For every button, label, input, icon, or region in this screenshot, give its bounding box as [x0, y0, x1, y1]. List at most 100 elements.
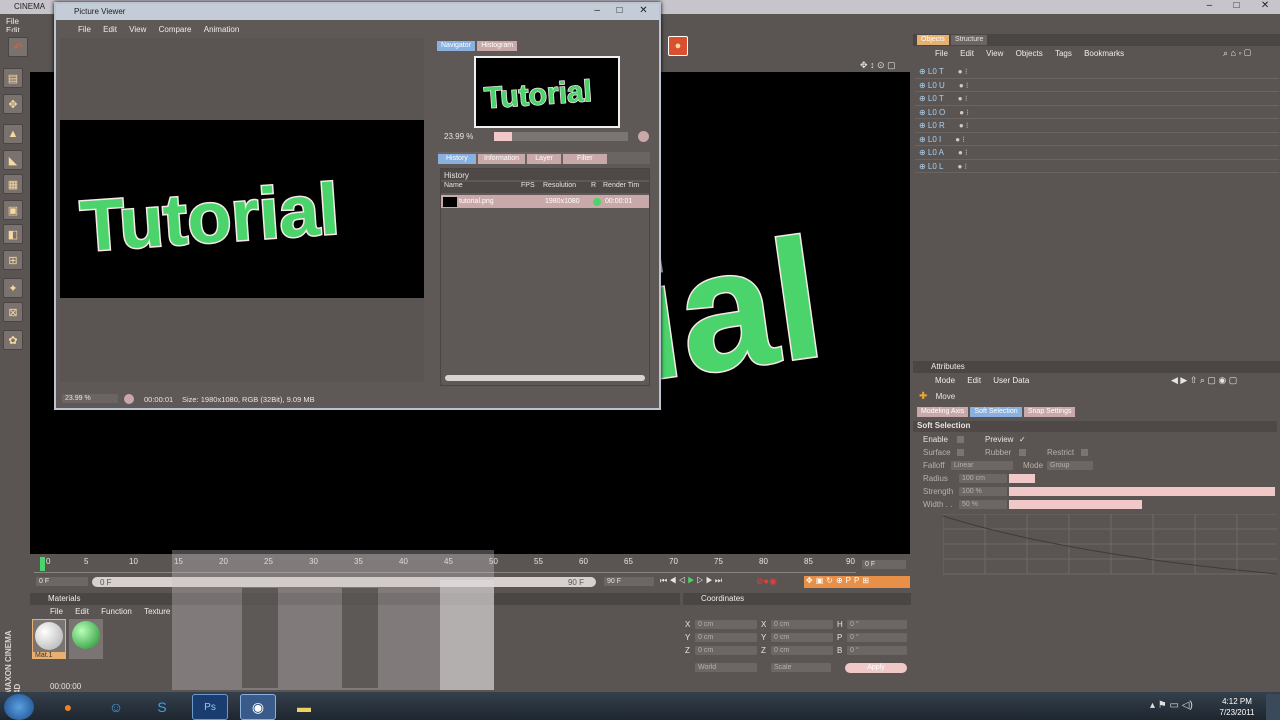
attr-menu-user-data[interactable]: User Data [993, 376, 1029, 385]
preview-checkbox[interactable]: ✓ [1019, 435, 1026, 444]
visibility-dots[interactable]: ● ⁝ [959, 81, 969, 90]
render-view-icon[interactable]: ▤ [3, 68, 23, 88]
falloff-graph[interactable] [943, 514, 1277, 576]
tab-modeling-axis[interactable]: Modeling Axis [917, 407, 969, 417]
surface-checkbox[interactable] [957, 449, 964, 456]
maximize-button[interactable]: □ [1234, 0, 1240, 14]
pv-minimize-button[interactable]: – [594, 5, 600, 16]
material-swatch-2[interactable] [69, 619, 103, 659]
obj-menu-view[interactable]: View [986, 49, 1003, 58]
pv-navigator-thumb[interactable]: Tutorial [474, 56, 620, 128]
restrict-checkbox[interactable] [1081, 449, 1088, 456]
size-y-field[interactable]: 0 cm [771, 633, 833, 642]
playhead[interactable] [40, 557, 45, 571]
radius-field[interactable]: 100 cm [959, 474, 1007, 483]
end-frame-field[interactable]: 90 F [604, 577, 654, 586]
col-resolution[interactable]: Resolution [543, 182, 591, 193]
attr-menu-mode[interactable]: Mode [935, 376, 955, 385]
pv-menu-view[interactable]: View [129, 25, 146, 34]
firefox-icon[interactable]: ● [50, 694, 86, 720]
show-desktop-button[interactable] [1266, 694, 1280, 720]
tab-layer[interactable]: Layer [527, 154, 561, 164]
width-slider[interactable] [1009, 500, 1142, 509]
messenger-icon[interactable]: ☺ [98, 694, 134, 720]
strength-field[interactable]: 100 % [959, 487, 1007, 496]
list-item[interactable]: ⊕ L0 L ● ⁝ [915, 160, 1279, 173]
clock[interactable]: 4:12 PM 7/23/2011 [1212, 696, 1262, 718]
list-item[interactable]: ⊕ L0 O ● ⁝ [915, 106, 1279, 119]
cinema4d-icon[interactable]: ◉ [240, 694, 276, 720]
texture-mode-icon[interactable]: ◧ [3, 224, 23, 244]
minimize-button[interactable]: – [1207, 0, 1213, 14]
radius-slider[interactable] [1009, 474, 1035, 483]
col-render-time[interactable]: Render Tim [603, 182, 649, 193]
live-select-icon[interactable]: ✥ [3, 94, 23, 114]
col-fps[interactable]: FPS [521, 182, 543, 193]
sculpt-icon[interactable]: ✿ [3, 330, 23, 350]
material-swatch-1[interactable]: Mat.1 [32, 619, 66, 659]
tab-navigator[interactable]: Navigator [437, 41, 475, 51]
render-icon[interactable]: ● [668, 36, 688, 56]
pv-status-zoom-reset-icon[interactable] [124, 394, 134, 404]
objects-search-icons[interactable]: ⌕ ⌂ ◦ ▢ [1223, 48, 1251, 59]
obj-menu-file[interactable]: File [935, 49, 948, 58]
pv-close-button[interactable]: ✕ [639, 5, 647, 16]
undo-icon[interactable]: ↶ [8, 37, 28, 57]
rotation-h-field[interactable]: 0 ° [847, 620, 907, 629]
size-z-field[interactable]: 0 cm [771, 646, 833, 655]
tab-information[interactable]: Information [478, 154, 526, 164]
position-z-field[interactable]: 0 cm [695, 646, 757, 655]
visibility-dots[interactable]: ● ⁝ [958, 148, 968, 157]
rotation-b-field[interactable]: 0 ° [847, 646, 907, 655]
tab-objects[interactable]: Objects [917, 35, 949, 45]
visibility-dots[interactable]: ● ⁝ [955, 135, 965, 144]
pv-zoom-slider[interactable] [494, 132, 628, 141]
workplane-icon[interactable]: ⊞ [3, 250, 23, 270]
points-mode-icon[interactable]: ▲ [3, 124, 23, 144]
apply-button[interactable]: Apply [845, 663, 907, 673]
strength-slider[interactable] [1009, 487, 1275, 496]
rotation-p-field[interactable]: 0 ° [847, 633, 907, 642]
mat-menu-edit[interactable]: Edit [75, 607, 89, 616]
snap-icon[interactable]: ⊠ [3, 302, 23, 322]
list-item[interactable]: ⊕ L0 R ● ⁝ [915, 119, 1279, 133]
col-r[interactable]: R [591, 182, 603, 193]
close-button[interactable]: ✕ [1261, 0, 1269, 14]
world-select[interactable]: World [695, 663, 757, 672]
position-x-field[interactable]: 0 cm [695, 620, 757, 629]
visibility-dots[interactable]: ● ⁝ [958, 94, 968, 103]
start-frame-field[interactable]: 0 F [36, 577, 88, 586]
list-item[interactable]: ⊕ L0 A ● ⁝ [915, 146, 1279, 160]
pv-history-scrollbar[interactable] [445, 375, 645, 381]
obj-menu-bookmarks[interactable]: Bookmarks [1084, 49, 1124, 58]
attributes-nav-icons[interactable]: ◀ ▶ ⇧ ⌕ ▢ ◉ ▢ [1171, 375, 1237, 386]
app-window-controls[interactable]: – □ ✕ [1196, 0, 1280, 14]
pv-menu-compare[interactable]: Compare [159, 25, 192, 34]
polygons-mode-icon[interactable]: ▦ [3, 174, 23, 194]
mat-menu-file[interactable]: File [50, 607, 63, 616]
position-y-field[interactable]: 0 cm [695, 633, 757, 642]
menu-file[interactable]: File [6, 17, 19, 26]
attr-menu-edit[interactable]: Edit [967, 376, 981, 385]
table-row[interactable]: tutorial.png 1980x1080 00:00:01 [441, 195, 649, 208]
pv-menu-file[interactable]: File [78, 25, 91, 34]
pv-zoom-reset-icon[interactable] [638, 131, 649, 142]
tab-histogram[interactable]: Histogram [477, 41, 518, 51]
photoshop-icon[interactable]: Ps [192, 694, 228, 720]
viewport-nav-icons[interactable]: ✥ ↕ ⊙ ▢ [860, 60, 910, 72]
current-frame-field[interactable]: 0 F [862, 560, 906, 569]
rubber-checkbox[interactable] [1019, 449, 1026, 456]
col-name[interactable]: Name [441, 182, 521, 193]
tab-structure[interactable]: Structure [950, 35, 988, 45]
list-item[interactable]: ⊕ L0 T ● ⁝ [915, 65, 1279, 79]
pv-window-controls[interactable]: – □ ✕ [586, 5, 656, 16]
pv-menu-animation[interactable]: Animation [204, 25, 240, 34]
mat-menu-texture[interactable]: Texture [144, 607, 170, 616]
visibility-dots[interactable]: ● ⁝ [958, 162, 968, 171]
edges-mode-icon[interactable]: ◣ [3, 150, 23, 170]
explorer-icon[interactable]: ▬ [286, 694, 322, 720]
mat-menu-function[interactable]: Function [101, 607, 132, 616]
key-mode-controls[interactable]: ✥▣↻⊕PP⊞ [804, 576, 910, 588]
tab-snap-settings[interactable]: Snap Settings [1023, 407, 1076, 417]
width-field[interactable]: 50 % [959, 500, 1007, 509]
